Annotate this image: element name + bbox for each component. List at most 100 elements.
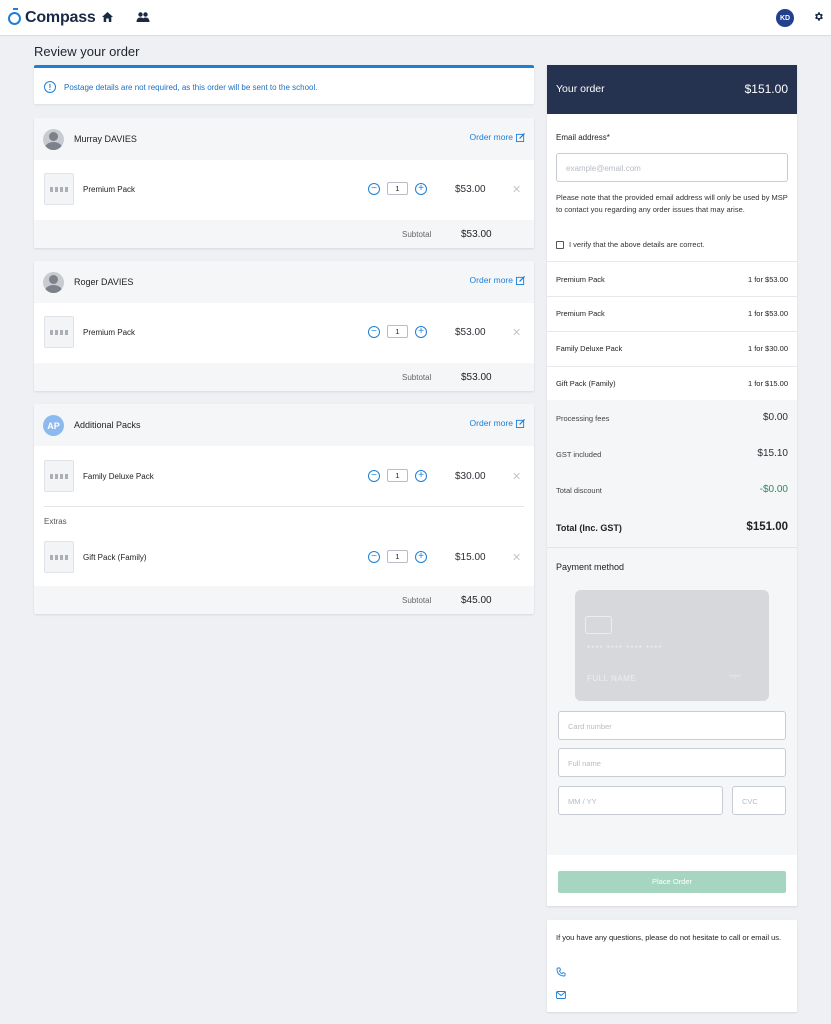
fee-label: Total discount <box>556 486 602 495</box>
info-icon: ! <box>44 81 56 93</box>
item-name: Premium Pack <box>83 328 136 337</box>
app-name: Compass <box>25 9 96 26</box>
quantity-input[interactable]: 1 <box>387 550 408 563</box>
subtotal-value: $53.00 <box>461 372 492 383</box>
summary-line-detail: 1 for $53.00 <box>747 275 788 284</box>
order-more-label: Order more <box>469 418 513 428</box>
item-price: $53.00 <box>455 327 486 338</box>
edit-icon <box>516 275 525 285</box>
decrease-button[interactable]: − <box>368 325 380 338</box>
total-row: Total (Inc. GST) $151.00 <box>547 513 797 547</box>
expiry-field[interactable]: MM / YY <box>558 786 723 815</box>
increase-button[interactable]: + <box>415 550 427 563</box>
summary-line: Gift Pack (Family) 1 for $15.00 <box>547 366 797 400</box>
summary-line-name: Premium Pack <box>556 309 605 318</box>
place-order-button[interactable]: Place Order <box>558 871 786 893</box>
decrease-button[interactable]: − <box>368 182 380 195</box>
extras-label: Extras <box>44 517 67 526</box>
line-item: Premium Pack − 1 + $53.00 ✕ <box>34 310 534 355</box>
total-label: Total (Inc. GST) <box>556 523 622 533</box>
summary-total: $151.00 <box>744 82 788 96</box>
edit-icon <box>516 132 525 142</box>
item-price: $15.00 <box>455 552 486 563</box>
item-name: Premium Pack <box>83 185 136 194</box>
quantity-input[interactable]: 1 <box>387 469 408 482</box>
edit-icon <box>516 418 525 428</box>
user-avatar[interactable]: KD <box>776 9 794 27</box>
remove-icon[interactable]: ✕ <box>512 470 521 483</box>
total-value: $151.00 <box>746 521 788 533</box>
quantity-input[interactable]: 1 <box>387 325 408 338</box>
summary-line-name: Gift Pack (Family) <box>556 379 616 388</box>
decrease-button[interactable]: − <box>368 469 380 482</box>
remove-icon[interactable]: ✕ <box>512 326 521 339</box>
verify-label: I verify that the above details are corr… <box>569 240 705 249</box>
extra-line-item: Gift Pack (Family) − 1 + $15.00 ✕ <box>34 535 534 580</box>
order-summary: Your order $151.00 Email address* exampl… <box>547 65 797 906</box>
quantity-stepper: − 1 + <box>368 469 427 482</box>
increase-button[interactable]: + <box>415 469 427 482</box>
email-icon[interactable] <box>556 991 566 999</box>
subtotal-row: Subtotal $53.00 <box>34 220 534 248</box>
person-avatar-icon <box>43 129 64 150</box>
summary-line-detail: 1 for $53.00 <box>747 309 788 318</box>
remove-icon[interactable]: ✕ <box>512 551 521 564</box>
email-field[interactable]: example@email.com <box>556 153 788 182</box>
card-name-mask: FULL NAME <box>587 674 637 683</box>
order-more-link[interactable]: Order more <box>470 418 525 428</box>
notice-text: Postage details are not required, as thi… <box>64 83 318 92</box>
student-name: Roger DAVIES <box>74 277 134 287</box>
line-item: Premium Pack − 1 + $53.00 ✕ <box>34 167 534 212</box>
fee-label: Processing fees <box>556 414 610 423</box>
card-header: Murray DAVIES Order more <box>34 118 534 160</box>
additional-packs-card: AP Additional Packs Order more Family De… <box>34 404 534 614</box>
student-order-card: Roger DAVIES Order more Premium Pack − 1… <box>34 261 534 391</box>
group-name: Additional Packs <box>74 420 141 430</box>
verify-checkbox[interactable] <box>556 240 564 249</box>
person-avatar-icon <box>43 272 64 293</box>
fee-value: $15.10 <box>757 448 788 459</box>
product-thumbnail <box>44 460 74 492</box>
order-more-link[interactable]: Order more <box>470 132 525 142</box>
phone-icon[interactable] <box>556 967 566 977</box>
item-price: $53.00 <box>455 184 486 195</box>
home-icon[interactable] <box>101 11 114 23</box>
compass-logo[interactable]: Compass <box>8 7 96 27</box>
subtotal-label: Subtotal <box>402 596 432 605</box>
product-thumbnail <box>44 541 74 573</box>
product-thumbnail <box>44 173 74 205</box>
cvc-field[interactable]: CVC <box>732 786 786 815</box>
full-name-field[interactable]: Full name <box>558 748 786 777</box>
subtotal-value: $45.00 <box>461 595 492 606</box>
increase-button[interactable]: + <box>415 325 427 338</box>
card-number-field[interactable]: Card number <box>558 711 786 740</box>
increase-button[interactable]: + <box>415 182 427 195</box>
order-more-link[interactable]: Order more <box>470 275 525 285</box>
quantity-stepper: − 1 + <box>368 550 427 563</box>
credit-card-preview: **** **** **** **** FULL NAME **/** <box>575 590 769 701</box>
fee-label: GST included <box>556 450 602 459</box>
order-more-label: Order more <box>469 132 513 142</box>
card-chip-icon <box>585 616 612 634</box>
email-note: Please note that the provided email addr… <box>556 193 788 214</box>
people-icon[interactable] <box>136 11 150 23</box>
summary-line: Premium Pack 1 for $53.00 <box>547 296 797 331</box>
contact-text: If you have any questions, please do not… <box>556 933 782 942</box>
decrease-button[interactable]: − <box>368 550 380 563</box>
gear-icon[interactable] <box>813 11 824 22</box>
group-avatar: AP <box>43 415 64 436</box>
summary-line-detail: 1 for $30.00 <box>747 344 788 353</box>
payment-title: Payment method <box>556 562 625 572</box>
page-title: Review your order <box>34 44 140 59</box>
summary-line-detail: 1 for $15.00 <box>747 379 788 388</box>
remove-icon[interactable]: ✕ <box>512 183 521 196</box>
card-header: Roger DAVIES Order more <box>34 261 534 303</box>
product-thumbnail <box>44 316 74 348</box>
card-header: AP Additional Packs Order more <box>34 404 534 446</box>
quantity-stepper: − 1 + <box>368 182 427 195</box>
quantity-input[interactable]: 1 <box>387 182 408 195</box>
summary-line-name: Premium Pack <box>556 275 605 284</box>
card-number-mask: **** **** **** **** <box>587 644 663 653</box>
summary-header: Your order $151.00 <box>547 65 797 114</box>
student-order-card: Murray DAVIES Order more Premium Pack − … <box>34 118 534 248</box>
